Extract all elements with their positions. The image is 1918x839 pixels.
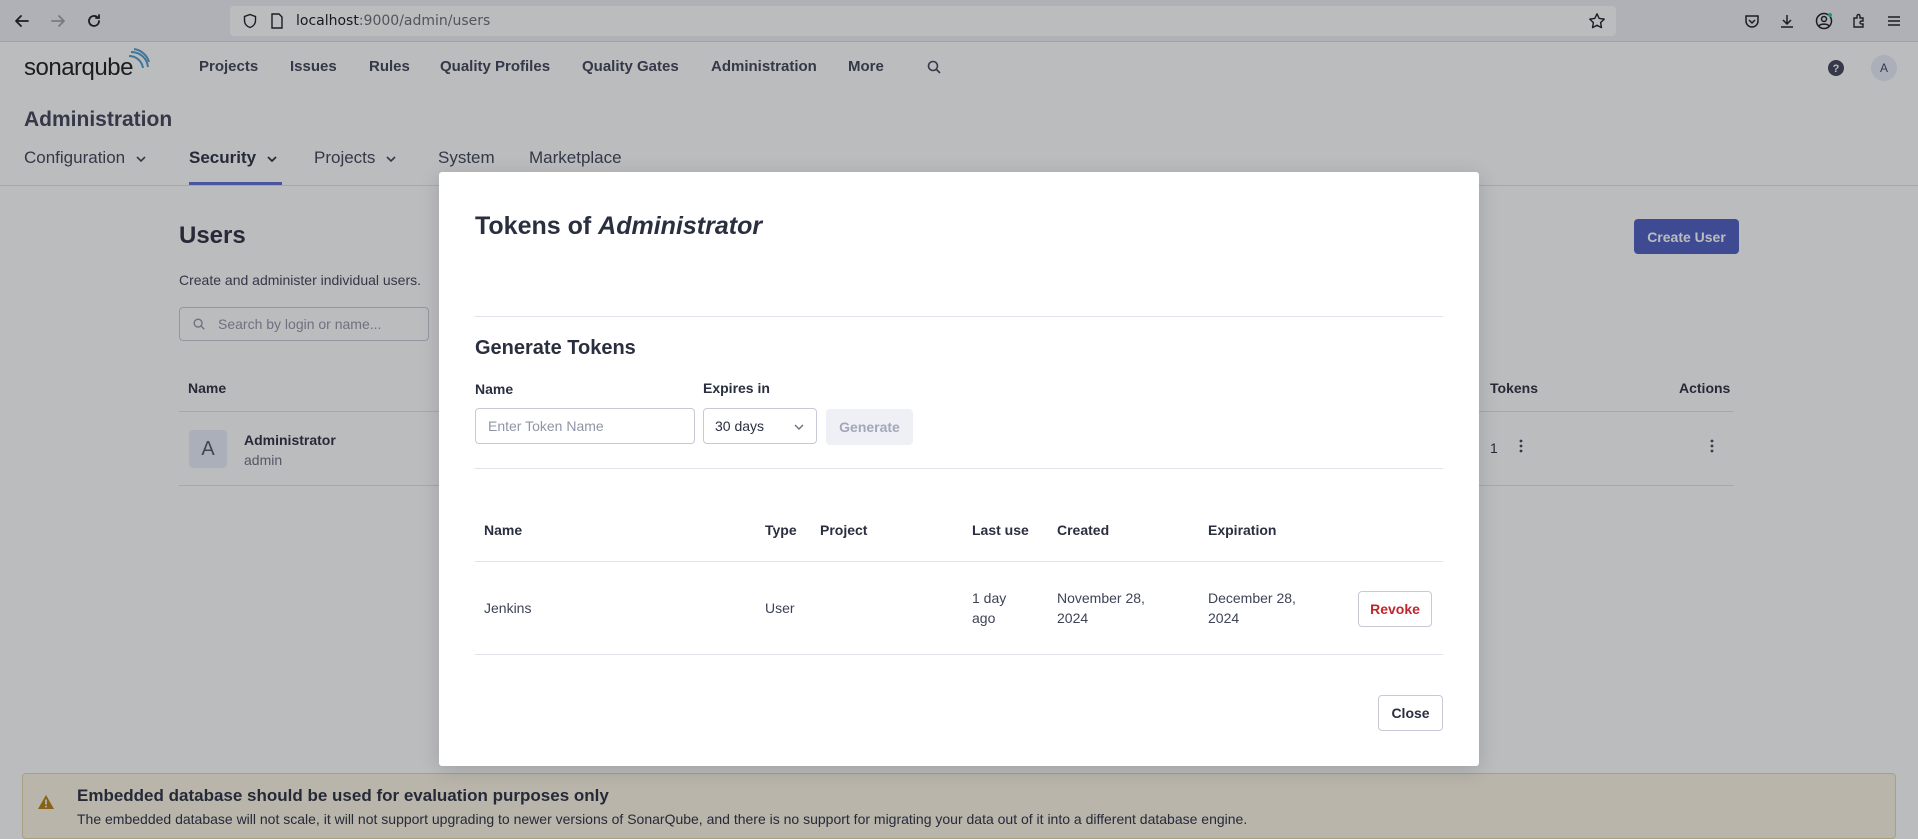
chevron-down-icon (793, 418, 805, 434)
col-last-use: Last use (972, 522, 1029, 538)
token-name-input[interactable] (475, 408, 695, 444)
tokens-table-header: Name Type Project Last use Created Expir… (475, 502, 1443, 562)
col-expiration: Expiration (1208, 522, 1277, 538)
last-use-line2: ago (972, 610, 996, 626)
token-name-label: Name (475, 381, 514, 397)
generate-tokens-title: Generate Tokens (475, 337, 636, 359)
token-created: November 28, 2024 (1057, 588, 1145, 628)
col-created: Created (1057, 522, 1110, 538)
divider (475, 468, 1443, 469)
created-line1: November 28, (1057, 590, 1145, 606)
token-name: Jenkins (484, 600, 532, 616)
close-button[interactable]: Close (1378, 695, 1443, 731)
expiration-line2: 2024 (1208, 610, 1240, 626)
token-last-use: 1 day ago (972, 588, 1006, 628)
expires-label: Expires in (703, 380, 770, 396)
token-type: User (765, 600, 795, 616)
divider (475, 316, 1443, 317)
col-name: Name (484, 522, 523, 538)
expires-select[interactable]: 30 days (703, 408, 817, 444)
col-project: Project (820, 522, 868, 538)
tokens-modal: Tokens of Administrator Generate Tokens … (439, 172, 1479, 766)
expires-value: 30 days (715, 418, 765, 434)
created-line2: 2024 (1057, 610, 1089, 626)
revoke-button[interactable]: Revoke (1358, 591, 1432, 627)
modal-title-user: Administrator (598, 212, 763, 240)
table-row: Jenkins User 1 day ago November 28, 2024… (475, 562, 1443, 655)
token-expiration: December 28, 2024 (1208, 588, 1296, 628)
modal-title-prefix: Tokens of (475, 212, 592, 240)
generate-button[interactable]: Generate (826, 409, 913, 445)
last-use-line1: 1 day (972, 590, 1007, 606)
expiration-line1: December 28, (1208, 590, 1296, 606)
col-type: Type (765, 522, 797, 538)
modal-title: Tokens of Administrator (475, 212, 762, 241)
